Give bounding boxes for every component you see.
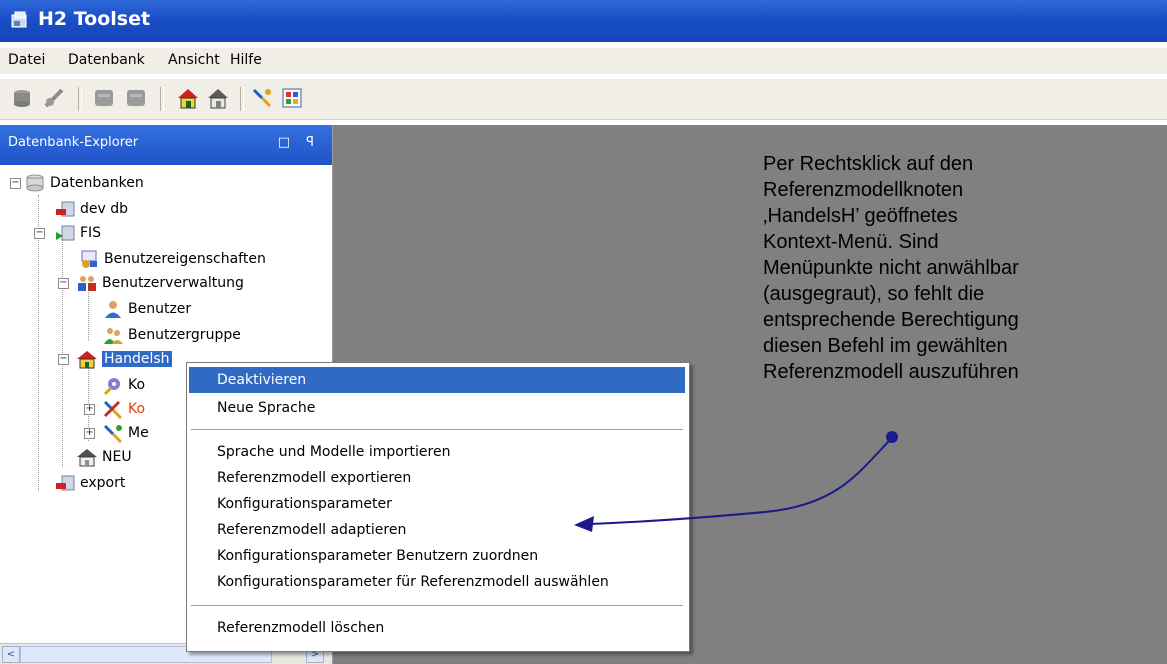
annotation-arrow bbox=[574, 431, 898, 532]
